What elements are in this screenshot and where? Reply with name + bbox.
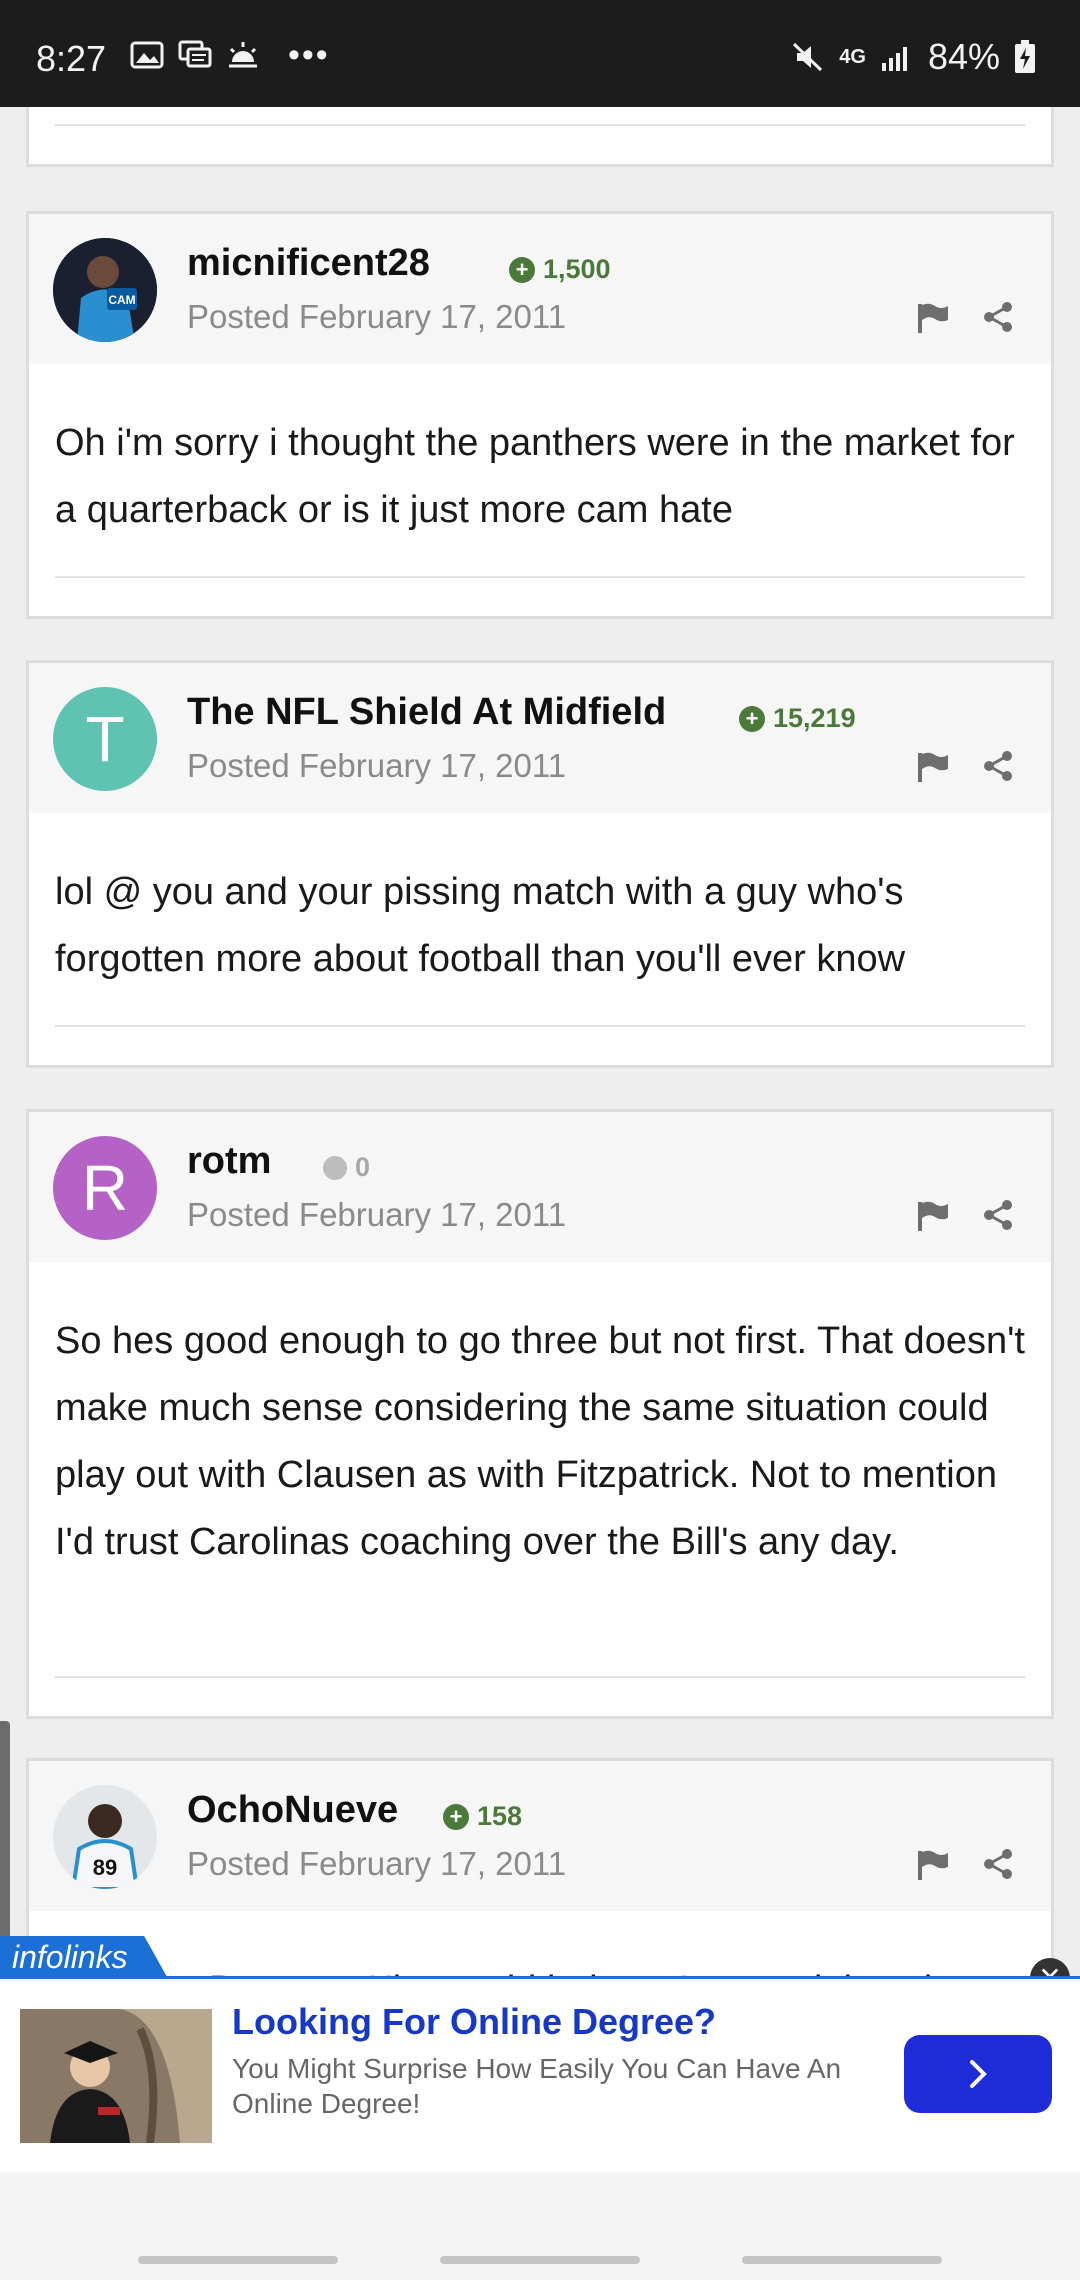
share-icon[interactable] [981, 1847, 1015, 1881]
avatar[interactable]: CAM [53, 238, 157, 342]
system-icons: 4G 84% [791, 36, 1036, 78]
ad-image[interactable] [20, 2009, 212, 2143]
post-card: T The NFL Shield At Midfield + 15,219 Po… [26, 660, 1054, 1068]
image-icon [130, 41, 164, 69]
player-photo-icon: CAM [53, 238, 157, 342]
post-header: CAM micnificent28 + 1,500 Posted Februar… [29, 214, 1051, 364]
reputation-count: 15,219 [773, 703, 856, 733]
battery-icon [1015, 40, 1035, 73]
author-name[interactable]: OchoNueve [187, 1789, 398, 1832]
post-date[interactable]: Posted February 17, 2011 [187, 747, 566, 785]
post-content: Oh i'm sorry i thought the panthers were… [55, 422, 1015, 531]
post-previous-tail [26, 107, 1054, 167]
avatar-letter: R [81, 1152, 129, 1224]
graduate-photo-icon [20, 2009, 212, 2143]
reputation-count: 158 [477, 1801, 523, 1831]
share-icon[interactable] [981, 749, 1015, 783]
status-bar: 8:27 ••• 4G 84% [0, 0, 1080, 107]
nav-recents[interactable] [138, 2256, 338, 2264]
ad-title[interactable]: Looking For Online Degree? [232, 2001, 716, 2043]
nav-back[interactable] [742, 2256, 942, 2264]
avatar[interactable]: 89 [53, 1785, 157, 1889]
signal-icon [881, 47, 907, 71]
reputation-count: 0 [355, 1152, 371, 1182]
topic-feed[interactable]: CAM micnificent28 + 1,500 Posted Februar… [0, 107, 1080, 2280]
post-header: 89 OchoNueve + 158 Posted February 17, 2… [29, 1761, 1051, 1911]
avatar[interactable]: T [53, 687, 157, 791]
reputation-badge: 0 [323, 1152, 370, 1183]
post-divider [55, 576, 1025, 578]
ad-cta-button[interactable] [904, 2035, 1052, 2113]
notification-icons: ••• [130, 36, 330, 74]
chevron-right-icon [970, 2060, 987, 2088]
author-name[interactable]: The NFL Shield At Midfield [187, 691, 666, 734]
reputation-count: 1,500 [543, 254, 611, 284]
reputation-badge: + 1,500 [509, 254, 611, 285]
author-name[interactable]: rotm [187, 1140, 271, 1183]
avatar[interactable]: R [53, 1136, 157, 1240]
post-header: T The NFL Shield At Midfield + 15,219 Po… [29, 663, 1051, 813]
nav-home[interactable] [440, 2256, 640, 2264]
post-divider [55, 1676, 1025, 1678]
post-date[interactable]: Posted February 17, 2011 [187, 1845, 566, 1883]
flag-icon[interactable] [915, 1849, 951, 1881]
post-card: R rotm 0 Posted February 17, 2011 So hes… [26, 1109, 1054, 1719]
more-dots-icon: ••• [288, 36, 330, 74]
post-content: So hes good enough to go three but not f… [55, 1320, 1025, 1563]
flag-icon[interactable] [915, 302, 951, 334]
svg-text:89: 89 [93, 1855, 117, 1880]
post-date[interactable]: Posted February 17, 2011 [187, 1196, 566, 1234]
svg-text:CAM: CAM [108, 293, 135, 307]
status-time: 8:27 [36, 38, 107, 79]
network-type: 4G [839, 46, 866, 68]
plus-icon: + [509, 256, 535, 283]
system-nav-bar [0, 2172, 1080, 2280]
share-icon[interactable] [981, 1198, 1015, 1232]
ad-banner[interactable]: Looking For Online Degree? You Might Sur… [0, 1976, 1080, 2175]
post-header: R rotm 0 Posted February 17, 2011 [29, 1112, 1051, 1262]
post-content: lol @ you and your pissing match with a … [55, 871, 906, 980]
flag-icon[interactable] [915, 751, 951, 783]
ad-brand-label[interactable]: infolinks [0, 1936, 168, 1978]
weather-icon [229, 42, 257, 68]
messages-icon [178, 40, 212, 68]
ad-description: You Might Surprise How Easily You Can Ha… [232, 2053, 842, 2119]
reputation-badge: + 158 [443, 1801, 522, 1832]
player-photo-icon: 89 [53, 1785, 157, 1889]
neutral-dot-icon [323, 1155, 347, 1180]
author-name[interactable]: micnificent28 [187, 242, 430, 285]
post-card: CAM micnificent28 + 1,500 Posted Februar… [26, 211, 1054, 619]
post-divider [55, 124, 1025, 126]
post-date[interactable]: Posted February 17, 2011 [187, 298, 566, 336]
share-icon[interactable] [981, 300, 1015, 334]
mute-icon [793, 42, 823, 72]
reputation-badge: + 15,219 [739, 703, 856, 734]
post-divider [55, 1025, 1025, 1027]
plus-icon: + [739, 705, 765, 732]
plus-icon: + [443, 1803, 469, 1830]
avatar-letter: T [85, 703, 125, 775]
flag-icon[interactable] [915, 1200, 951, 1232]
battery-percent: 84% [927, 36, 1000, 77]
